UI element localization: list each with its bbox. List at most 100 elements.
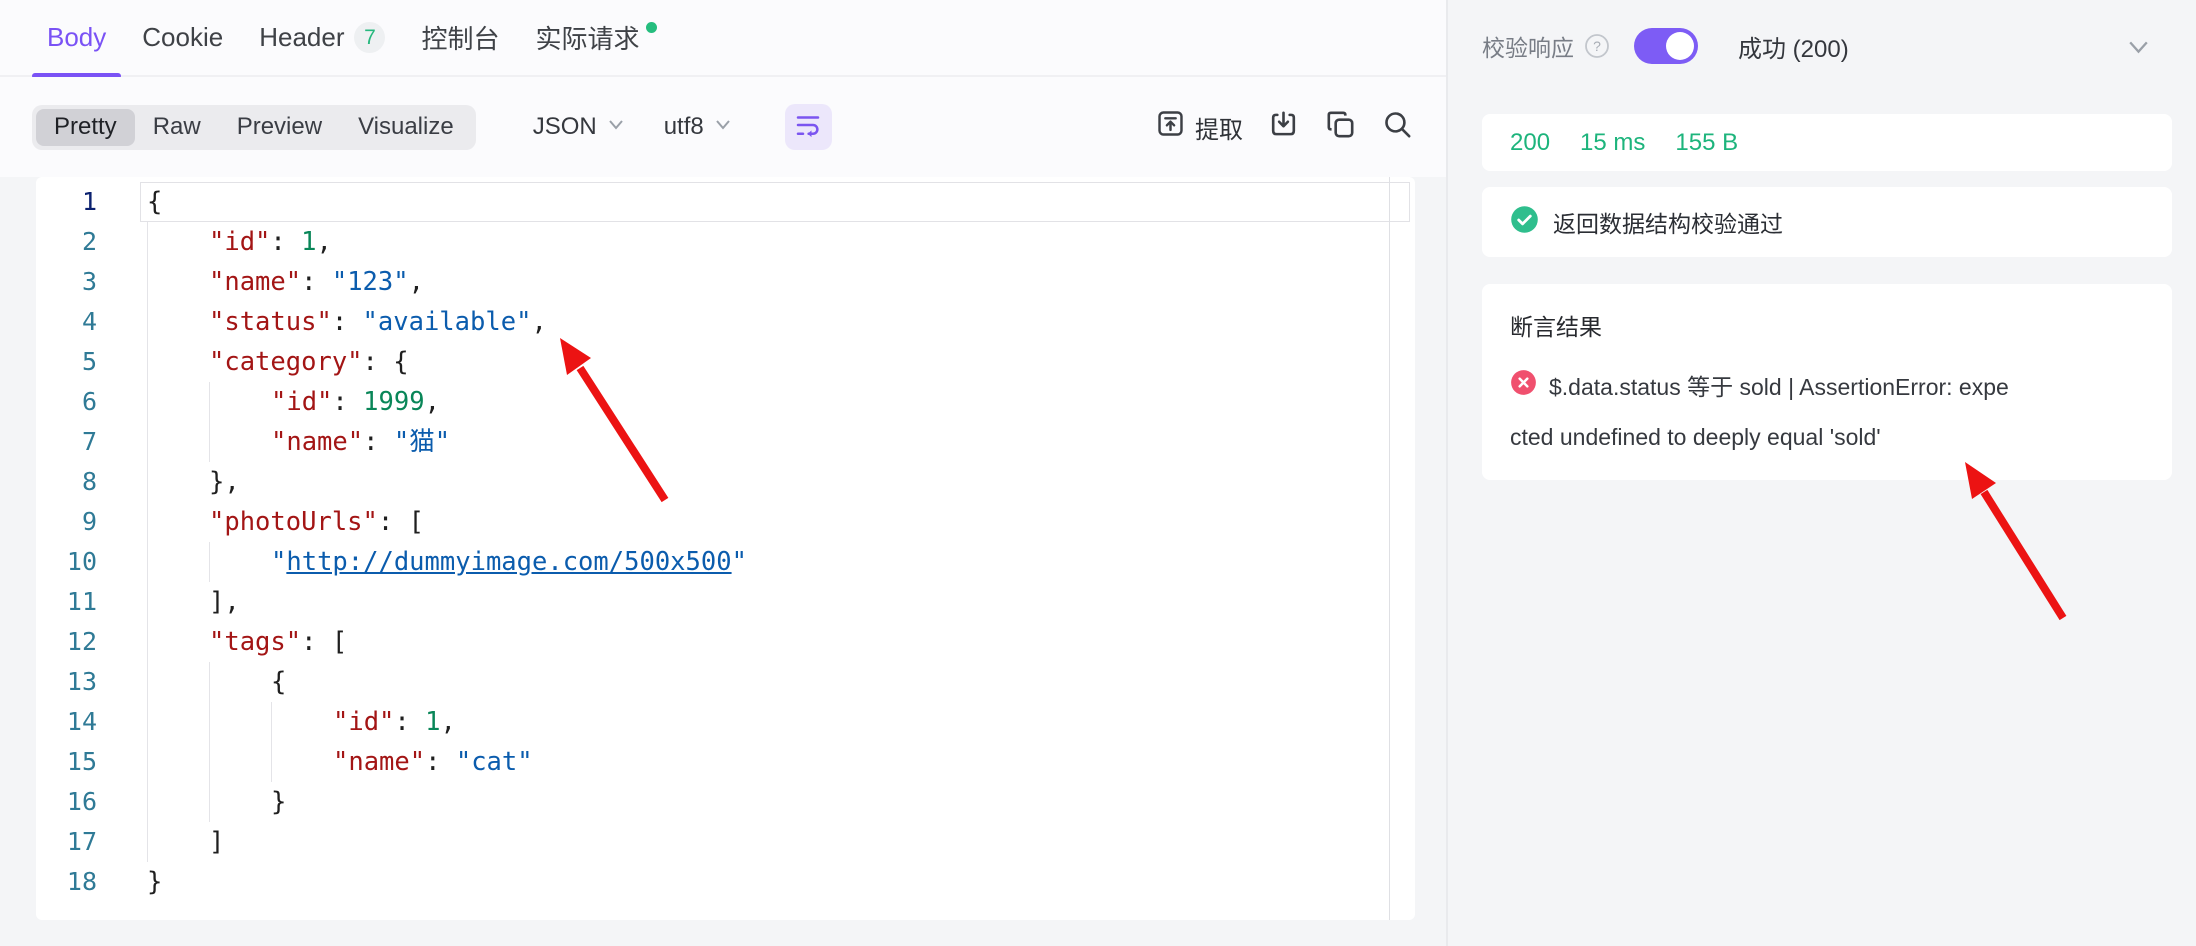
error-circle-icon — [1510, 369, 1537, 402]
line-number: 11 — [36, 582, 97, 622]
line-number: 3 — [36, 262, 97, 302]
line-number: 9 — [36, 502, 97, 542]
tab-cookie-label: Cookie — [142, 22, 223, 53]
tab-cookie[interactable]: Cookie — [127, 0, 238, 76]
check-circle-icon — [1510, 205, 1539, 239]
collapse-chevron-icon[interactable] — [2125, 33, 2152, 60]
code-line: 8}, — [36, 462, 1415, 502]
code-token: } — [147, 867, 162, 897]
code-token: } — [271, 787, 286, 817]
assertion-card: 断言结果 $.data.status 等于 sold | AssertionEr… — [1482, 284, 2172, 480]
tab-header[interactable]: Header 7 — [244, 0, 400, 76]
code-token: , — [317, 227, 332, 257]
code-token: : — [394, 707, 425, 737]
line-number: 7 — [36, 422, 97, 462]
tab-console[interactable]: 控制台 — [406, 0, 514, 76]
code-token: "123" — [332, 267, 409, 297]
code-token: : — [332, 387, 363, 417]
code-token: : — [425, 747, 456, 777]
body-toolbar: Pretty Raw Preview Visualize JSON utf8 — [0, 77, 1446, 177]
indent-guide — [147, 742, 148, 782]
validation-header: 校验响应 ? 成功 (200) — [1448, 0, 2196, 92]
mode-preview-button[interactable]: Preview — [219, 109, 340, 146]
format-select-value: JSON — [533, 113, 597, 141]
tab-body[interactable]: Body — [32, 0, 121, 76]
indent-guide — [147, 662, 148, 702]
indent-guide — [147, 382, 148, 422]
indent-guide — [147, 782, 148, 822]
code-token: "id" — [271, 387, 332, 417]
assertion-result-line-2: cted undefined to deeply equal 'sold' — [1510, 424, 2144, 451]
code-token: , — [425, 387, 440, 417]
code-token: "photoUrls" — [209, 507, 378, 537]
status-code: 200 — [1510, 129, 1550, 157]
code-token: "猫" — [394, 427, 450, 457]
response-tabs: Body Cookie Header 7 控制台 实际请求 — [0, 0, 1446, 77]
chevron-down-icon — [713, 113, 733, 141]
assertion-title: 断言结果 — [1510, 308, 2144, 342]
code-line: 7"name": "猫" — [36, 422, 1415, 462]
tab-actual-request[interactable]: 实际请求 — [521, 0, 672, 76]
code-token: "status" — [209, 307, 332, 337]
copy-button[interactable] — [1324, 108, 1357, 146]
code-line: 9"photoUrls": [ — [36, 502, 1415, 542]
code-token: "id" — [209, 227, 270, 257]
line-number: 2 — [36, 222, 97, 262]
indent-guide — [147, 302, 148, 342]
assertion-result-line-1: $.data.status 等于 sold | AssertionError: … — [1510, 368, 2144, 402]
extract-button[interactable]: 提取 — [1155, 108, 1243, 146]
code-token: ] — [209, 827, 224, 857]
code-token: : { — [363, 347, 409, 377]
response-view: Body Cookie Header 7 控制台 实际请求 Pretty Raw — [0, 0, 2196, 946]
validation-toggle[interactable] — [1634, 28, 1698, 64]
code-token: { — [147, 187, 162, 217]
download-icon — [1267, 108, 1300, 146]
extract-icon — [1155, 108, 1186, 146]
code-token: 1 — [301, 227, 316, 257]
encoding-select[interactable]: utf8 — [664, 113, 733, 141]
svg-text:?: ? — [1593, 38, 1601, 54]
code-token: "name" — [271, 427, 363, 457]
code-line: 14"id": 1, — [36, 702, 1415, 742]
code-line: 4"status": "available", — [36, 302, 1415, 342]
code-line: 15"name": "cat" — [36, 742, 1415, 782]
line-number: 12 — [36, 622, 97, 662]
search-button[interactable] — [1381, 108, 1414, 146]
code-token: ], — [209, 587, 240, 617]
mode-pretty-button[interactable]: Pretty — [36, 109, 135, 146]
code-token: : — [301, 267, 332, 297]
code-token: : [ — [301, 627, 347, 657]
indent-guide — [147, 502, 148, 542]
save-response-button[interactable] — [1267, 108, 1300, 146]
tab-console-label: 控制台 — [421, 19, 499, 56]
schema-check-result: 返回数据结构校验通过 — [1553, 205, 1783, 239]
line-number: 16 — [36, 782, 97, 822]
indent-guide — [147, 262, 148, 302]
extract-button-label: 提取 — [1195, 110, 1243, 145]
mode-visualize-button[interactable]: Visualize — [340, 109, 472, 146]
code-line: 5"category": { — [36, 342, 1415, 382]
code-token: 1999 — [363, 387, 424, 417]
mode-raw-button[interactable]: Raw — [135, 109, 219, 146]
line-number: 8 — [36, 462, 97, 502]
help-icon[interactable]: ? — [1584, 33, 1610, 59]
schema-check-card: 返回数据结构校验通过 — [1482, 187, 2172, 257]
code-token: " — [732, 547, 747, 577]
json-editor[interactable]: 1 {2 "id": 1,3 "name": "123", 4"status": "av… — [36, 177, 1415, 920]
code-token: , — [441, 707, 456, 737]
code-token: { — [271, 667, 286, 697]
word-wrap-button[interactable] — [785, 104, 832, 150]
code-line: 2 "id": 1, — [36, 222, 1415, 262]
url-link[interactable]: http://dummyimage.com/500x500 — [286, 547, 731, 577]
editor-section: 1 {2 "id": 1,3 "name": "123", 4"status": "av… — [0, 177, 1446, 946]
code-line: 6"id": 1999, — [36, 382, 1415, 422]
code-token: : — [270, 227, 301, 257]
tab-actual-request-label: 实际请求 — [536, 19, 640, 56]
validation-panel: 校验响应 ? 成功 (200) 200 15 ms 155 B — [1448, 0, 2196, 946]
code-token: }, — [209, 467, 240, 497]
format-select[interactable]: JSON — [533, 113, 626, 141]
code-line: 17] — [36, 822, 1415, 862]
code-token: "name" — [209, 267, 301, 297]
indent-guide — [147, 702, 148, 742]
indent-guide — [209, 742, 210, 782]
